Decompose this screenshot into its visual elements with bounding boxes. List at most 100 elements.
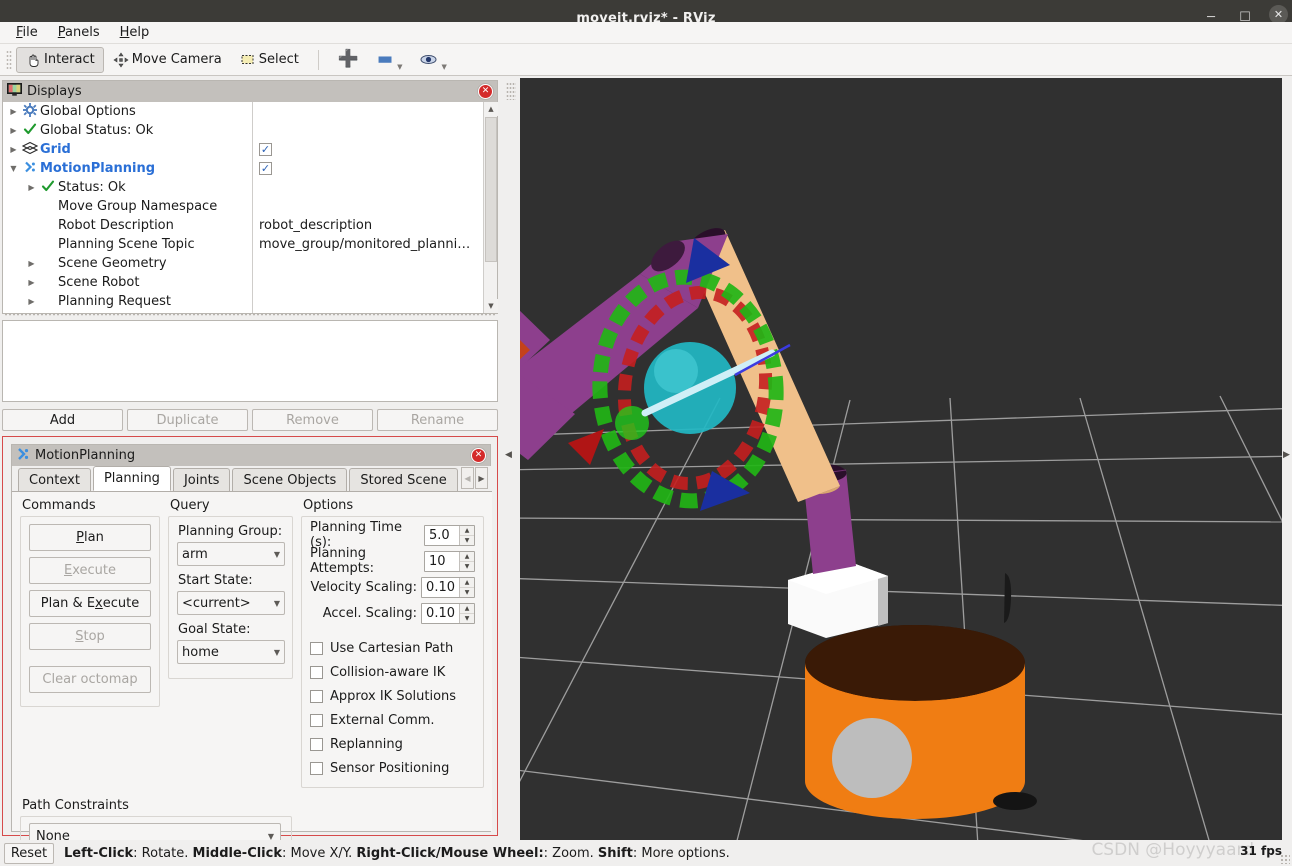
- expand-arrow-icon[interactable]: ▶: [25, 297, 38, 306]
- goal-state-select[interactable]: home ▼: [177, 640, 285, 664]
- checkbox-external-comm[interactable]: External Comm.: [310, 708, 475, 732]
- tool-select[interactable]: Select: [231, 47, 308, 73]
- displays-tree-item[interactable]: ▶ Scene Geometry: [3, 254, 252, 273]
- checkbox-box[interactable]: [310, 665, 323, 679]
- displays-tree-item[interactable]: ▶ Global Status: Ok: [3, 121, 252, 140]
- displays-scrollbar[interactable]: ▲ ▼: [483, 102, 498, 313]
- displays-tree-item-value[interactable]: ✓: [253, 159, 497, 178]
- add-button[interactable]: Add: [2, 409, 123, 431]
- menu-file[interactable]: File: [8, 23, 46, 42]
- expand-arrow-icon[interactable]: ▶: [25, 259, 38, 268]
- planning-group-select[interactable]: arm ▼: [177, 542, 285, 566]
- window-resize-grip[interactable]: [1280, 854, 1290, 864]
- checkbox-box[interactable]: [310, 761, 323, 775]
- close-button[interactable]: ✕: [1269, 5, 1288, 22]
- mouse-hint-text: Left-Click: Rotate. Middle-Click: Move X…: [64, 846, 730, 861]
- rviz-3d-viewport[interactable]: [520, 78, 1282, 844]
- displays-tree-item-value[interactable]: ✓: [253, 140, 497, 159]
- maximize-button[interactable]: ☐: [1235, 11, 1255, 22]
- spinner-down-icon[interactable]: ▼: [460, 562, 474, 571]
- expand-arrow-icon[interactable]: ▶: [7, 145, 20, 154]
- spinner-value[interactable]: 0.10: [422, 604, 459, 623]
- chevron-down-icon-2[interactable]: ▼: [441, 63, 446, 71]
- planning-time-s-spinner[interactable]: 5.0 ▲ ▼: [424, 524, 475, 546]
- scrollbar-thumb[interactable]: [485, 117, 497, 262]
- displays-tree-item[interactable]: ▶ Scene Robot: [3, 273, 252, 292]
- displays-tree-item[interactable]: Move Group Namespace: [3, 197, 252, 216]
- tab-planning[interactable]: Planning: [92, 466, 171, 491]
- chevron-down-icon[interactable]: ▼: [397, 63, 402, 71]
- collapse-right-arrow-icon[interactable]: ▶: [1283, 450, 1290, 460]
- displays-tree-values: ✓ ✓ robot_description move_group/monitored…: [253, 102, 498, 313]
- tab-scroll-right-button[interactable]: ▶: [475, 467, 488, 489]
- displays-tree-item[interactable]: ▶ Status: Ok: [3, 178, 252, 197]
- spinner-down-icon[interactable]: ▼: [460, 536, 474, 545]
- spinner-down-icon[interactable]: ▼: [460, 614, 474, 623]
- expand-arrow-icon[interactable]: ▶: [7, 107, 20, 116]
- checkbox-sensor-positioning[interactable]: Sensor Positioning: [310, 756, 475, 780]
- tool-focus-camera[interactable]: ➕: [329, 47, 368, 73]
- tab-scroll-left-button[interactable]: ◀: [461, 467, 474, 489]
- tool-move-camera[interactable]: Move Camera: [104, 47, 231, 73]
- option-row: Planning Time (s): 5.0 ▲ ▼: [310, 520, 475, 550]
- checkbox-box[interactable]: [310, 689, 323, 703]
- tab-joints[interactable]: Joints: [172, 468, 231, 491]
- spinner-value[interactable]: 10: [425, 552, 459, 571]
- menu-help[interactable]: Help: [112, 23, 158, 42]
- display-enabled-checkbox[interactable]: ✓: [259, 143, 272, 156]
- displays-tree-item[interactable]: ▼ MotionPlanning: [3, 159, 252, 178]
- spinner-up-icon[interactable]: ▲: [460, 552, 474, 562]
- spinner-up-icon[interactable]: ▲: [460, 578, 474, 588]
- spinner-up-icon[interactable]: ▲: [460, 604, 474, 614]
- checkbox-box[interactable]: [310, 713, 323, 727]
- expand-arrow-icon[interactable]: ▶: [25, 278, 38, 287]
- displays-tree-item[interactable]: ▶ Global Options: [3, 102, 252, 121]
- displays-tree-item[interactable]: Robot Description: [3, 216, 252, 235]
- start-state-select[interactable]: <current> ▼: [177, 591, 285, 615]
- tab-scene-objects[interactable]: Scene Objects: [232, 468, 348, 491]
- checkbox-replanning[interactable]: Replanning: [310, 732, 475, 756]
- accel-scaling-spinner[interactable]: 0.10 ▲ ▼: [421, 602, 475, 624]
- scroll-up-icon[interactable]: ▲: [484, 102, 498, 116]
- displays-tree-item[interactable]: Planning Scene Topic: [3, 235, 252, 254]
- menu-panels[interactable]: Panels: [50, 23, 108, 42]
- checkbox-use-cartesian-path[interactable]: Use Cartesian Path: [310, 636, 475, 660]
- plan-execute-button[interactable]: Plan & Ex ecute: [29, 590, 151, 617]
- tool-view-controller[interactable]: ▼: [411, 47, 455, 73]
- tool-interact-label: Interact: [44, 52, 95, 67]
- splitter-grip[interactable]: [506, 82, 516, 100]
- displays-resize-handle[interactable]: [3, 311, 497, 317]
- spinner-down-icon[interactable]: ▼: [460, 588, 474, 597]
- checkbox-collision-aware-ik[interactable]: Collision-aware IK: [310, 660, 475, 684]
- motionplanning-close-icon[interactable]: ✕: [471, 448, 486, 463]
- base-post-right: [993, 792, 1037, 810]
- displays-tree-item[interactable]: ▶ Planning Request: [3, 292, 252, 311]
- plan-button[interactable]: Plan: [29, 524, 151, 551]
- tool-interact[interactable]: Interact: [16, 46, 104, 73]
- hint-part: Middle-Click: [192, 845, 282, 861]
- display-enabled-checkbox[interactable]: ✓: [259, 162, 272, 175]
- spinner-value[interactable]: 0.10: [422, 578, 459, 597]
- checkbox-approx-ik-solutions[interactable]: Approx IK Solutions: [310, 684, 475, 708]
- checkbox-box[interactable]: [310, 737, 323, 751]
- expand-arrow-icon[interactable]: ▶: [7, 126, 20, 135]
- velocity-scaling-spinner[interactable]: 0.10 ▲ ▼: [421, 576, 475, 598]
- planning-attempts-spinner[interactable]: 10 ▲ ▼: [424, 550, 475, 572]
- minimize-button[interactable]: ─: [1201, 11, 1221, 22]
- tool-measure[interactable]: ▬ ▼: [368, 47, 411, 73]
- spinner-value[interactable]: 5.0: [425, 526, 459, 545]
- collapse-left-arrow-icon[interactable]: ◀: [505, 450, 512, 460]
- dock-splitter[interactable]: ◀: [502, 78, 520, 844]
- expand-arrow-icon[interactable]: ▶: [25, 183, 38, 192]
- tab-context[interactable]: Context: [18, 468, 91, 491]
- spinner-up-icon[interactable]: ▲: [460, 526, 474, 536]
- checkbox-label: Approx IK Solutions: [330, 688, 457, 704]
- collapse-arrow-icon[interactable]: ▼: [7, 164, 20, 173]
- reset-button[interactable]: Reset: [4, 842, 54, 864]
- tab-stored-scene[interactable]: Stored Scene: [349, 468, 458, 491]
- checkbox-label: Sensor Positioning: [330, 760, 450, 776]
- checkbox-box[interactable]: [310, 641, 323, 655]
- displays-tree-item[interactable]: ▶ Grid: [3, 140, 252, 159]
- displays-close-icon[interactable]: ✕: [478, 84, 493, 99]
- toolbar-drag-handle[interactable]: [6, 49, 12, 70]
